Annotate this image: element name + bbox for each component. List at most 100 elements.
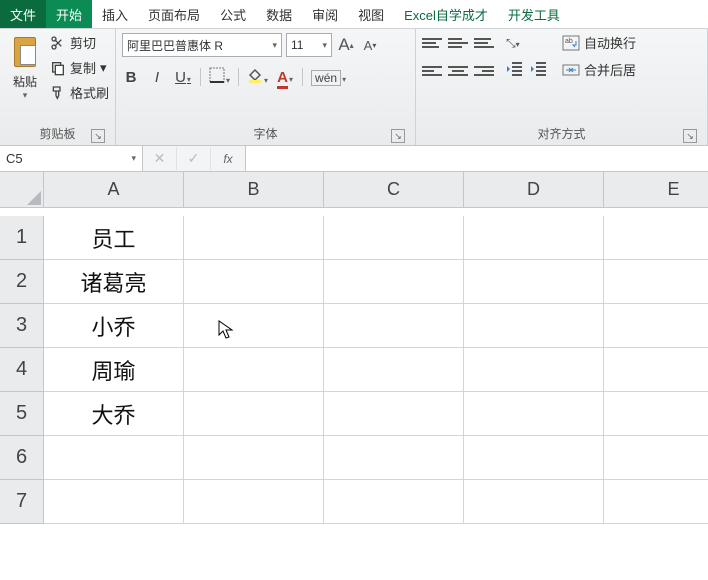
bucket-icon: [247, 67, 263, 83]
cell-B3[interactable]: [184, 304, 324, 348]
menu-data[interactable]: 数据: [256, 0, 302, 28]
menu-file[interactable]: 文件: [0, 0, 46, 28]
cell-D4[interactable]: [464, 348, 604, 392]
group-alignment: ⤡▾ ab 自动换行: [416, 29, 708, 145]
cell-C5[interactable]: [324, 392, 464, 436]
alignment-launcher-icon[interactable]: ↘: [683, 129, 697, 143]
align-top-button[interactable]: [422, 35, 442, 51]
italic-button[interactable]: I: [148, 69, 166, 86]
cell-B2[interactable]: [184, 260, 324, 304]
row-header-6[interactable]: 6: [0, 436, 44, 480]
align-left-button[interactable]: [422, 63, 442, 79]
merge-center-label: 合并后居: [584, 60, 636, 79]
menu-home[interactable]: 开始: [46, 0, 92, 28]
menu-developer[interactable]: 开发工具: [498, 0, 570, 28]
menu-review[interactable]: 审阅: [302, 0, 348, 28]
font-color-button[interactable]: A▾: [276, 69, 294, 86]
row-header-5[interactable]: 5: [0, 392, 44, 436]
cell-B1[interactable]: [184, 216, 324, 260]
col-header-B[interactable]: B: [184, 172, 324, 208]
cancel-formula-button[interactable]: ✕: [143, 147, 177, 170]
underline-button[interactable]: U▾: [174, 69, 192, 86]
cell-E4[interactable]: [604, 348, 708, 392]
col-header-A[interactable]: A: [44, 172, 184, 208]
border-button[interactable]: ▾: [209, 67, 230, 87]
cell-E5[interactable]: [604, 392, 708, 436]
menu-excel-self-study[interactable]: Excel自学成才: [394, 0, 498, 28]
cell-C3[interactable]: [324, 304, 464, 348]
cell-C1[interactable]: [324, 216, 464, 260]
format-painter-button[interactable]: 格式刷: [50, 83, 109, 102]
decrease-indent-button[interactable]: [506, 61, 524, 80]
cell-E6[interactable]: [604, 436, 708, 480]
col-header-C[interactable]: C: [324, 172, 464, 208]
decrease-font-button[interactable]: A▾: [360, 33, 380, 57]
cell-B4[interactable]: [184, 348, 324, 392]
cell-E3[interactable]: [604, 304, 708, 348]
cell-C7[interactable]: [324, 480, 464, 524]
font-group-label: 字体 ↘: [122, 123, 409, 145]
cell-D2[interactable]: [464, 260, 604, 304]
cell-A6[interactable]: [44, 436, 184, 480]
merge-center-button[interactable]: 合并后居: [562, 60, 636, 79]
col-header-E[interactable]: E: [604, 172, 708, 208]
orientation-button[interactable]: ⤡▾: [506, 36, 520, 51]
align-center-button[interactable]: [448, 63, 468, 79]
row-header-1[interactable]: 1: [0, 216, 44, 260]
clipboard-launcher-icon[interactable]: ↘: [91, 129, 105, 143]
cell-A5[interactable]: 大乔: [44, 392, 184, 436]
font-size-combo[interactable]: 11 ▾: [286, 33, 332, 57]
cell-E7[interactable]: [604, 480, 708, 524]
cell-A2[interactable]: 诸葛亮: [44, 260, 184, 304]
cell-B6[interactable]: [184, 436, 324, 480]
name-box[interactable]: C5 ▾: [0, 146, 143, 171]
brush-icon: [50, 85, 66, 101]
cell-D1[interactable]: [464, 216, 604, 260]
cell-A3[interactable]: 小乔: [44, 304, 184, 348]
row-header-2[interactable]: 2: [0, 260, 44, 304]
menu-view[interactable]: 视图: [348, 0, 394, 28]
cell-C6[interactable]: [324, 436, 464, 480]
phonetic-button[interactable]: wén▾: [311, 69, 346, 86]
font-name-combo[interactable]: 阿里巴巴普惠体 R ▾: [122, 33, 282, 57]
row-header-7[interactable]: 7: [0, 480, 44, 524]
wrap-text-button[interactable]: ab 自动换行: [562, 33, 636, 52]
align-bottom-button[interactable]: [474, 35, 494, 51]
cell-B7[interactable]: [184, 480, 324, 524]
cell-A4[interactable]: 周瑜: [44, 348, 184, 392]
cell-D6[interactable]: [464, 436, 604, 480]
menu-formula[interactable]: 公式: [210, 0, 256, 28]
cell-E2[interactable]: [604, 260, 708, 304]
cell-B5[interactable]: [184, 392, 324, 436]
cell-A1[interactable]: 员工: [44, 216, 184, 260]
cell-D3[interactable]: [464, 304, 604, 348]
paste-dropdown-icon[interactable]: ▾: [6, 90, 44, 101]
insert-function-button[interactable]: fx: [211, 149, 245, 169]
formula-bar: C5 ▾ ✕ ✓ fx: [0, 146, 708, 172]
bold-button[interactable]: B: [122, 69, 140, 86]
cell-D7[interactable]: [464, 480, 604, 524]
cell-E1[interactable]: [604, 216, 708, 260]
cell-C4[interactable]: [324, 348, 464, 392]
font-launcher-icon[interactable]: ↘: [391, 129, 405, 143]
fill-color-button[interactable]: ▾: [247, 67, 268, 87]
select-all-corner[interactable]: [0, 172, 44, 208]
increase-indent-button[interactable]: [530, 61, 548, 80]
cell-C2[interactable]: [324, 260, 464, 304]
col-header-D[interactable]: D: [464, 172, 604, 208]
menu-page-layout[interactable]: 页面布局: [138, 0, 210, 28]
border-icon: [209, 67, 225, 83]
row-header-4[interactable]: 4: [0, 348, 44, 392]
confirm-formula-button[interactable]: ✓: [177, 147, 211, 170]
increase-font-button[interactable]: A▴: [336, 33, 356, 57]
align-middle-button[interactable]: [448, 35, 468, 51]
cell-D5[interactable]: [464, 392, 604, 436]
cut-button[interactable]: 剪切: [50, 33, 109, 52]
align-right-button[interactable]: [474, 63, 494, 79]
copy-button[interactable]: 复制▾: [50, 58, 109, 77]
row-header-3[interactable]: 3: [0, 304, 44, 348]
paste-button[interactable]: 粘贴 ▾: [6, 33, 44, 123]
menu-insert[interactable]: 插入: [92, 0, 138, 28]
cell-A7[interactable]: [44, 480, 184, 524]
formula-input[interactable]: [246, 146, 708, 171]
